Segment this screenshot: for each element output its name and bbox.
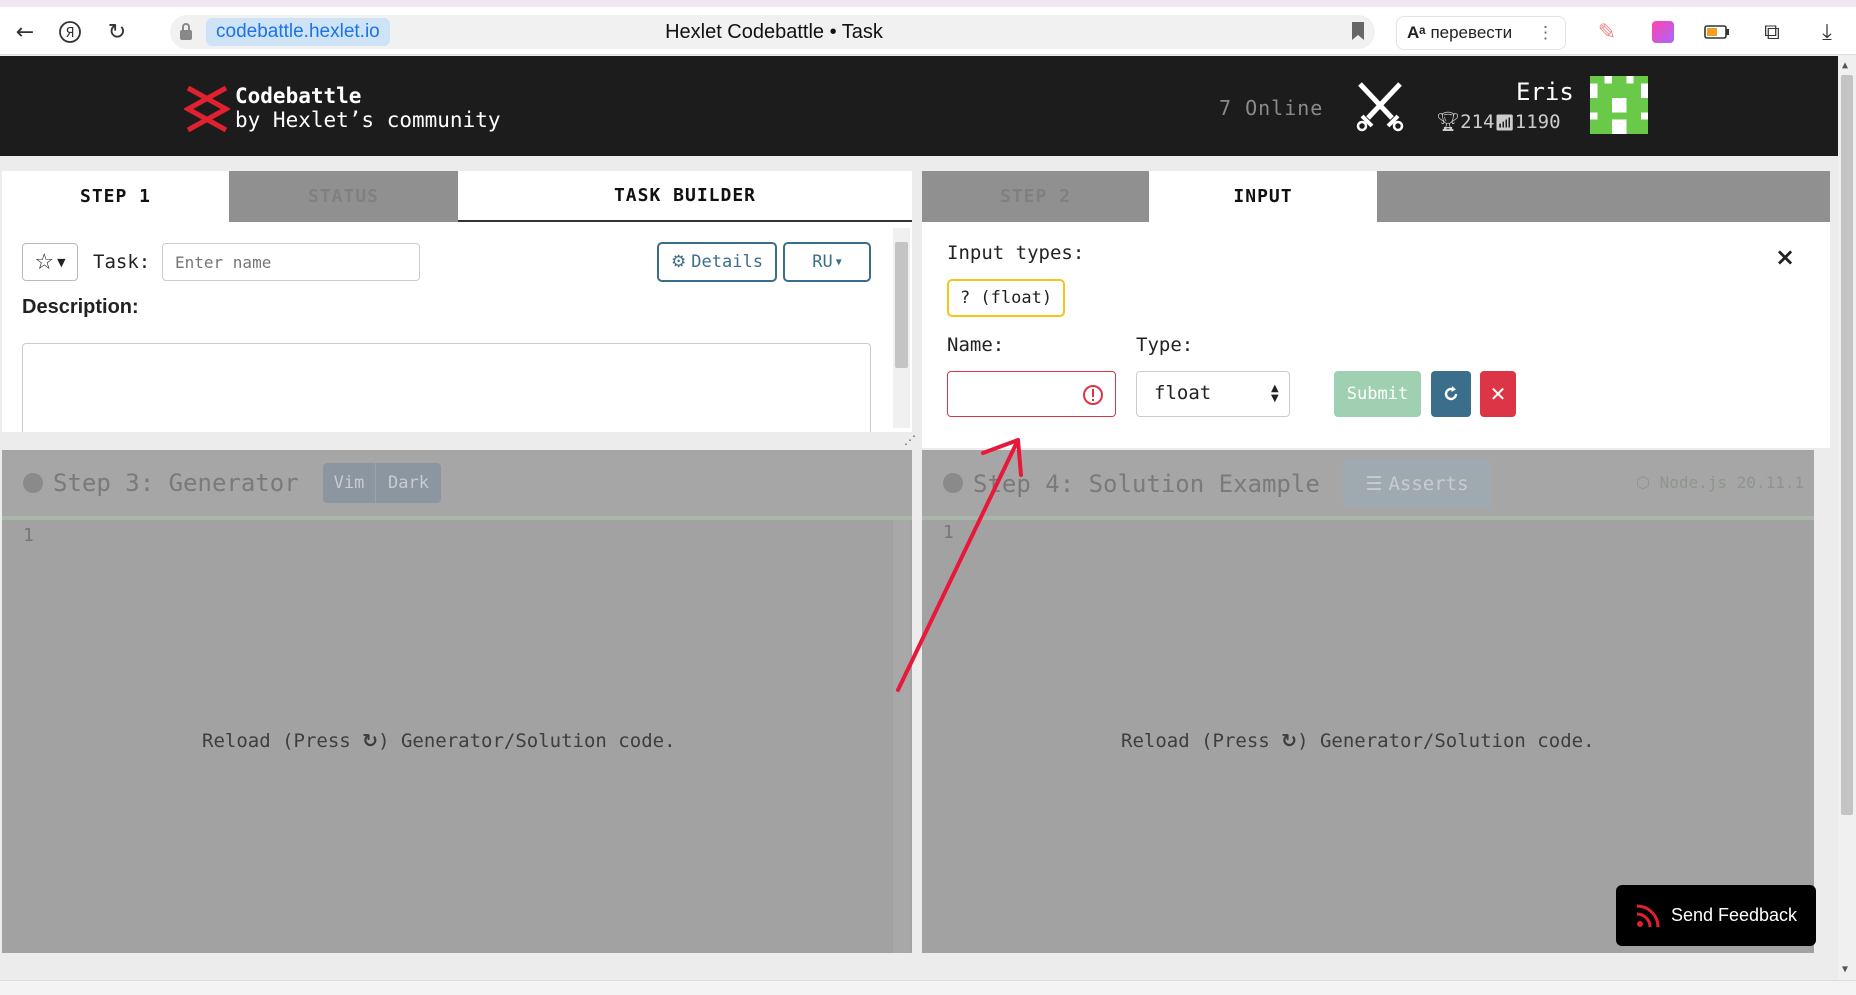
error-icon <box>1083 385 1103 405</box>
dark-mode-button[interactable]: Dark <box>376 463 441 503</box>
codebattle-logo-icon[interactable] <box>184 84 230 134</box>
pen-icon[interactable]: ✎ <box>1594 19 1620 45</box>
task-label: Task: <box>93 251 151 273</box>
input-type-badge[interactable]: ? (float) <box>947 279 1065 317</box>
user-rating: 1190 <box>1514 111 1561 133</box>
extensions-icon[interactable]: ⧉ <box>1759 19 1785 45</box>
details-label: Details <box>691 252 763 272</box>
caret-down-icon: ▼ <box>835 256 842 268</box>
solution-reload-hint: Reload (Press ↻) Generator/Solution code… <box>1121 730 1595 752</box>
task-name-input[interactable] <box>162 243 420 281</box>
generator-status-dot <box>23 473 43 493</box>
bookmark-icon[interactable] <box>1350 21 1366 41</box>
close-icon[interactable]: × <box>1775 243 1795 271</box>
tab-empty <box>1377 171 1830 222</box>
tab-task-builder[interactable]: TASK BUILDER <box>458 171 912 222</box>
reload-prefix: Reload (Press <box>202 730 351 752</box>
browser-top-strip <box>0 0 1856 7</box>
tab-step-1[interactable]: STEP 1 <box>2 171 229 222</box>
online-count: 7 Online <box>1219 96 1324 120</box>
runtime-label: Node.js 20.11.1 <box>1659 473 1805 492</box>
tab-status[interactable]: STATUS <box>229 171 458 222</box>
rating-chart-icon: 📶︎ <box>1494 113 1515 132</box>
description-label: Description: <box>22 296 139 318</box>
user-name[interactable]: Eris <box>1516 78 1574 106</box>
vim-mode-button[interactable]: Vim <box>323 463 376 503</box>
generator-editor[interactable] <box>2 450 912 953</box>
task-tabs: STEP 1 STATUS TASK BUILDER <box>2 171 912 222</box>
language-dropdown[interactable]: RU ▼ <box>783 242 871 282</box>
reset-button[interactable] <box>1431 371 1471 417</box>
annotation-arrow-icon <box>896 438 1023 692</box>
description-editor[interactable] <box>22 343 871 432</box>
name-label: Name: <box>947 334 1005 356</box>
page-scrollbar-thumb[interactable] <box>1841 75 1853 815</box>
more-vertical-icon[interactable]: ⋮ <box>1537 17 1554 49</box>
nodejs-icon: ⬡ <box>1636 473 1650 492</box>
trophy-icon: 🏆︎ <box>1436 111 1461 133</box>
tab-input[interactable]: INPUT <box>1149 171 1377 222</box>
color-extension-icon[interactable] <box>1650 19 1676 45</box>
brand-subtitle: by Hexlet’s community <box>235 108 501 132</box>
list-icon: ☰ <box>1365 472 1383 495</box>
language-label: RU <box>812 252 833 272</box>
name-input[interactable] <box>947 371 1116 417</box>
rss-icon <box>1636 904 1660 927</box>
type-label: Type: <box>1136 334 1194 356</box>
generator-title: Step 3: Generator <box>53 469 299 497</box>
translate-icon: Aᵃ <box>1407 23 1426 42</box>
submit-button[interactable]: Submit <box>1334 371 1421 417</box>
refresh-icon: ↻ <box>1281 730 1298 752</box>
gear-icon: ⚙ <box>671 252 687 272</box>
solution-editor[interactable] <box>922 450 1814 953</box>
reload-suffix: ) Generator/Solution code. <box>378 730 676 752</box>
avatar[interactable] <box>1590 76 1648 134</box>
scroll-down-icon[interactable]: ▼ <box>1842 964 1848 975</box>
editor-mode-group: Vim Dark <box>323 463 441 503</box>
input-types-label: Input types: <box>947 242 1085 264</box>
line-number: 1 <box>23 525 34 546</box>
crossed-swords-icon[interactable] <box>1352 78 1408 132</box>
translate-button[interactable]: Aᵃ перевести ⋮ <box>1396 16 1566 50</box>
task-scrollbar-thumb[interactable] <box>895 242 908 368</box>
runtime-badge: ⬡ Node.js 20.11.1 <box>1636 473 1804 492</box>
x-icon: ✕ <box>1489 382 1507 406</box>
send-feedback-button[interactable]: Send Feedback <box>1616 885 1816 946</box>
send-feedback-label: Send Feedback <box>1670 905 1798 925</box>
download-icon[interactable]: ⤓ <box>1814 19 1840 45</box>
type-select-value: float <box>1154 382 1212 404</box>
asserts-button[interactable]: ☰ Asserts <box>1343 459 1491 508</box>
user-stats: 🏆︎214📶︎1190 <box>1436 110 1561 133</box>
brand-title[interactable]: Codebattle <box>235 84 361 108</box>
select-caret-icon: ▲ ▼ <box>1271 383 1279 404</box>
input-tabs: STEP 2 INPUT <box>922 171 1830 222</box>
reload-suffix: ) Generator/Solution code. <box>1297 730 1595 752</box>
refresh-icon <box>1444 386 1458 401</box>
bottom-strip <box>0 980 1856 995</box>
battery-icon[interactable] <box>1704 19 1730 45</box>
browser-toolbar: ← Я ↻ codebattle.hexlet.io Hexlet Codeba… <box>0 7 1856 55</box>
caret-down-icon: ▼ <box>57 255 66 269</box>
details-button[interactable]: ⚙ Details <box>657 242 777 282</box>
reload-prefix: Reload (Press <box>1121 730 1270 752</box>
refresh-icon: ↻ <box>362 730 379 752</box>
star-dropdown[interactable]: ☆ ▼ <box>22 243 78 281</box>
type-select[interactable]: float ▲ ▼ <box>1136 371 1290 417</box>
star-icon: ☆ <box>34 249 55 275</box>
translate-label: перевести <box>1430 23 1513 42</box>
generator-reload-hint: Reload (Press ↻) Generator/Solution code… <box>202 730 676 752</box>
delete-button[interactable]: ✕ <box>1480 371 1516 417</box>
scroll-up-icon[interactable]: ▲ <box>1842 60 1848 71</box>
page-title: Hexlet Codebattle • Task <box>665 21 883 43</box>
user-trophies: 214 <box>1460 111 1495 133</box>
tab-step-2[interactable]: STEP 2 <box>922 171 1149 222</box>
asserts-label: Asserts <box>1388 472 1469 495</box>
